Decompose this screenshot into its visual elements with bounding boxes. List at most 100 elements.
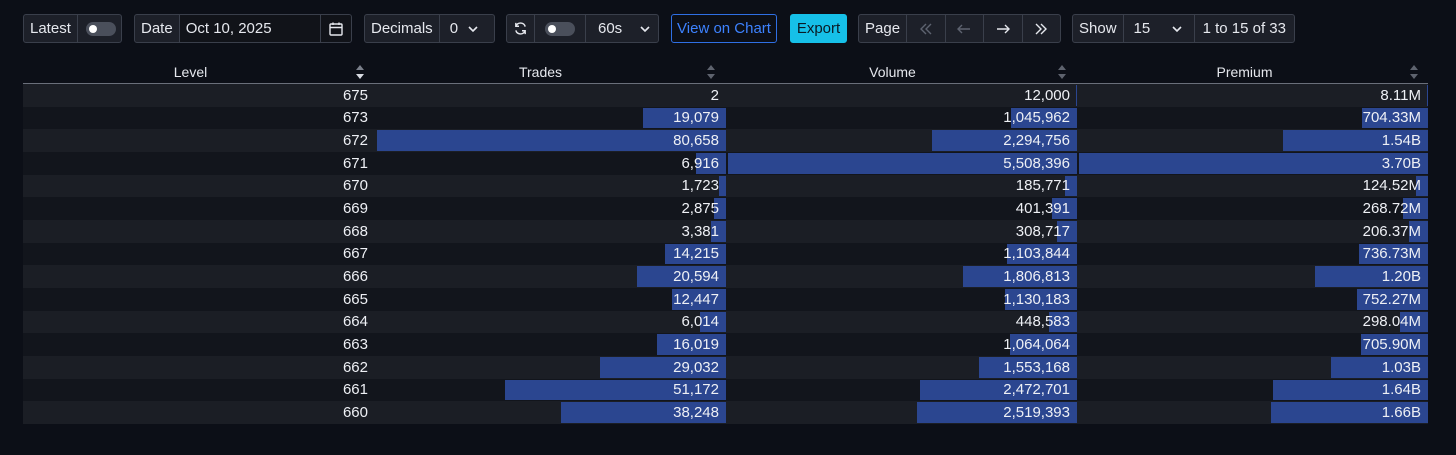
volume-value: 12,000 [1024, 86, 1070, 104]
level-value: 672 [342, 132, 368, 150]
level-value: 673 [342, 109, 368, 127]
cell-trades: 14,215 [377, 243, 726, 266]
cell-trades: 12,447 [377, 288, 726, 311]
table-row[interactable]: 660 38,248 2,519,393 1.66B [23, 401, 1428, 424]
volume-value: 308,717 [1015, 222, 1070, 240]
level-value: 663 [342, 336, 368, 354]
column-header-premium[interactable]: Premium [1078, 61, 1411, 83]
trades-value: 3,381 [681, 222, 719, 240]
level-value: 675 [342, 86, 368, 104]
page-size-select[interactable]: 15 [1122, 15, 1194, 42]
arrow-right-icon [996, 24, 1010, 33]
decimals-group: Decimals 0 [364, 14, 495, 43]
refresh-group: 60s [506, 14, 659, 43]
trades-value: 14,215 [673, 245, 719, 263]
decimals-select[interactable]: 0 [438, 15, 490, 42]
cell-premium: 752.27M [1079, 288, 1428, 311]
level-value: 668 [342, 222, 368, 240]
calendar-button[interactable] [320, 15, 351, 42]
show-group: Show 15 1 to 15 of 33 [1072, 14, 1295, 43]
cell-volume: 308,717 [728, 220, 1077, 243]
table-row[interactable]: 673 19,079 1,045,962 704.33M [23, 106, 1428, 130]
refresh-interval-select[interactable]: 60s [585, 15, 658, 42]
auto-refresh-toggle[interactable] [534, 15, 585, 42]
table-row[interactable]: 667 14,215 1,103,844 736.73M [23, 242, 1428, 266]
premium-value: 1.54B [1381, 132, 1421, 150]
last-page-button[interactable] [1021, 15, 1060, 42]
premium-bar [1427, 85, 1428, 106]
table-row[interactable]: 663 16,019 1,064,064 705.90M [23, 333, 1428, 356]
premium-value: 736.73M [1362, 245, 1421, 263]
cell-premium: 1.54B [1079, 129, 1428, 152]
export-button[interactable]: Export [790, 14, 847, 43]
row-range-text: 1 to 15 of 33 [1193, 15, 1294, 42]
sort-icon[interactable] [1057, 64, 1067, 80]
table-row[interactable]: 662 29,032 1,553,168 1.03B [23, 355, 1428, 379]
date-input[interactable]: Oct 10, 2025 [178, 15, 320, 42]
table-row[interactable]: 671 6,916 5,508,396 3.70B [23, 151, 1428, 175]
latest-toggle[interactable] [76, 15, 121, 42]
cell-level: 666 [23, 265, 375, 288]
cell-premium: 1.03B [1079, 356, 1428, 379]
prev-page-button[interactable] [944, 15, 983, 42]
sort-icon[interactable] [706, 64, 716, 80]
cell-volume: 401,391 [728, 197, 1077, 220]
trades-bar [718, 175, 726, 197]
premium-bar [1079, 152, 1428, 174]
arrow-left-icon [957, 24, 971, 33]
auto-refresh-toggle-switch[interactable] [545, 21, 575, 36]
first-page-button[interactable] [906, 15, 944, 42]
calendar-icon [329, 22, 343, 36]
refresh-button[interactable] [507, 15, 534, 42]
cell-trades: 6,014 [377, 311, 726, 334]
view-on-chart-button[interactable]: View on Chart [671, 14, 777, 43]
chevron-down-icon [468, 25, 478, 32]
decimals-label: Decimals [371, 20, 433, 37]
next-page-button[interactable] [983, 15, 1021, 42]
trades-value: 2 [710, 86, 719, 104]
volume-value: 1,103,844 [1003, 245, 1070, 263]
level-value: 665 [342, 290, 368, 308]
cell-volume: 2,519,393 [728, 401, 1077, 424]
table-row[interactable]: 661 51,172 2,472,701 1.64B [23, 378, 1428, 402]
column-header-trades[interactable]: Trades [375, 61, 706, 83]
table-row[interactable]: 670 1,723 185,771 124.52M [23, 174, 1428, 198]
cell-volume: 448,583 [728, 311, 1077, 334]
premium-value: 1.20B [1381, 268, 1421, 286]
cell-trades: 29,032 [377, 356, 726, 379]
level-value: 669 [342, 200, 368, 218]
double-chevron-left-icon [919, 23, 932, 34]
cell-volume: 1,130,183 [728, 288, 1077, 311]
table-row[interactable]: 664 6,014 448,583 298.04M [23, 310, 1428, 334]
cell-premium: 206.37M [1079, 220, 1428, 243]
premium-value: 1.03B [1381, 358, 1421, 376]
column-header-level[interactable]: Level [23, 61, 358, 83]
trades-value: 2,875 [681, 200, 719, 218]
levels-table: Level Trades Volume Premium 675 2 12,000 8.… [23, 61, 1428, 424]
cell-trades: 3,381 [377, 220, 726, 243]
table-row[interactable]: 665 12,447 1,130,183 752.27M [23, 287, 1428, 311]
level-value: 662 [342, 358, 368, 376]
volume-value: 1,064,064 [1003, 336, 1070, 354]
cell-volume: 1,103,844 [728, 243, 1077, 266]
volume-value: 448,583 [1015, 313, 1070, 331]
table-row[interactable]: 669 2,875 401,391 268.72M [23, 197, 1428, 220]
table-row[interactable]: 672 80,658 2,294,756 1.54B [23, 129, 1428, 152]
premium-value: 8.11M [1380, 86, 1421, 104]
double-chevron-right-icon [1035, 23, 1048, 34]
decimals-value: 0 [449, 20, 459, 37]
cell-trades: 38,248 [377, 401, 726, 424]
sort-icon[interactable] [1409, 64, 1419, 80]
latest-toggle-switch[interactable] [85, 21, 116, 36]
chevron-down-icon [1172, 25, 1182, 32]
column-header-volume[interactable]: Volume [726, 61, 1059, 83]
cell-level: 668 [23, 220, 375, 243]
sort-desc-icon[interactable] [355, 64, 365, 80]
cell-volume: 1,045,962 [728, 107, 1077, 130]
table-row[interactable]: 668 3,381 308,717 206.37M [23, 219, 1428, 243]
trades-value: 1,723 [681, 177, 719, 195]
cell-premium: 298.04M [1079, 311, 1428, 334]
table-row[interactable]: 675 2 12,000 8.11M [23, 84, 1428, 107]
table-row[interactable]: 666 20,594 1,806,813 1.20B [23, 265, 1428, 288]
cell-volume: 1,806,813 [728, 265, 1077, 288]
